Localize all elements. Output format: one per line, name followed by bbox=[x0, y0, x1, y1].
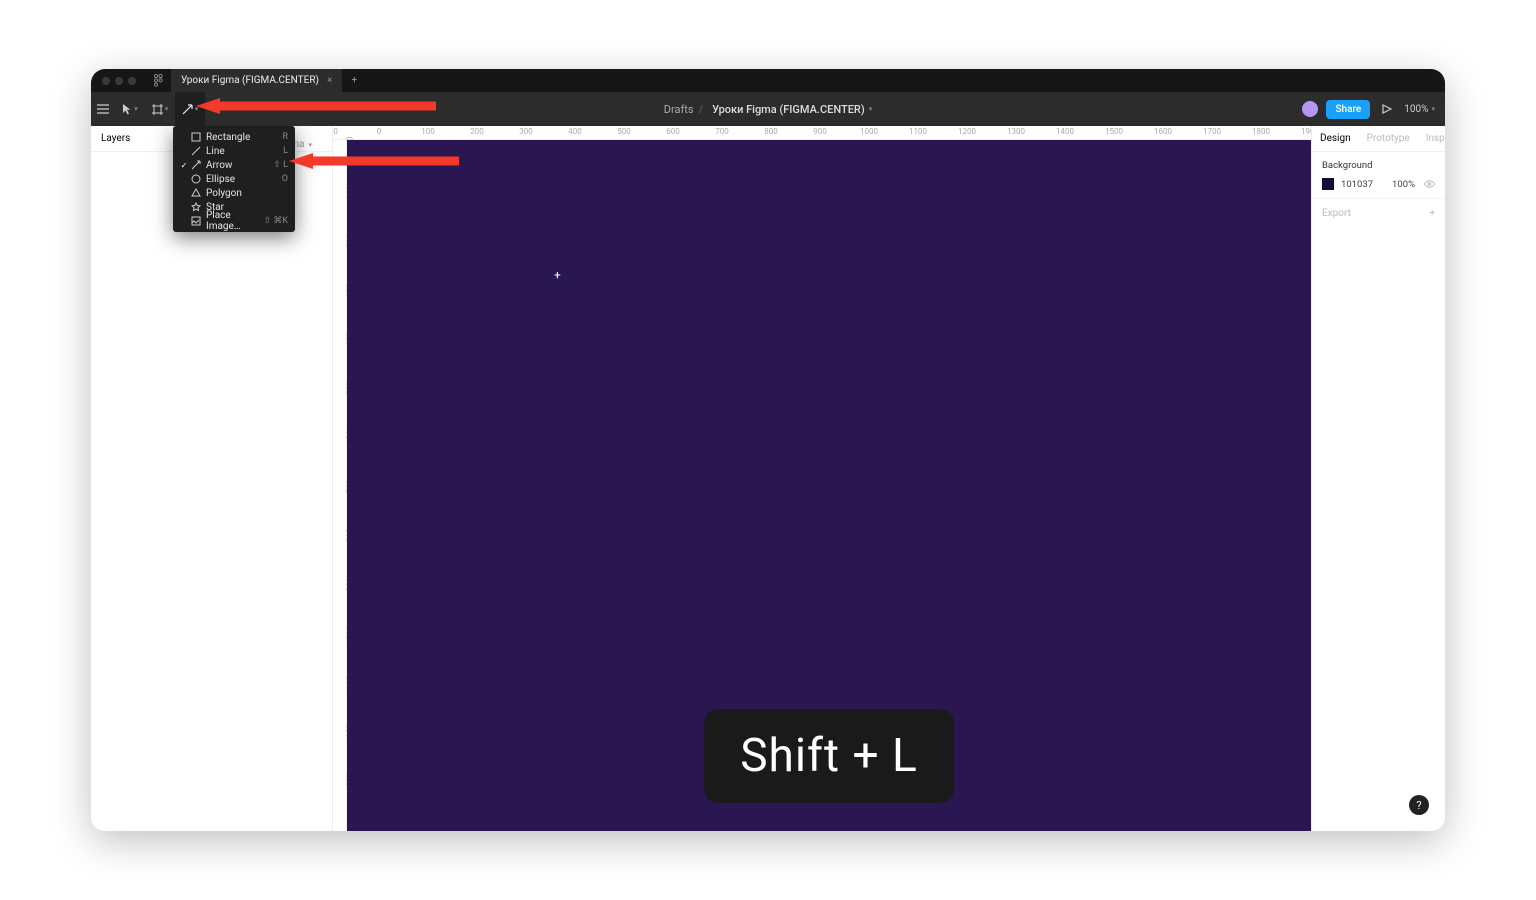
arrow-icon bbox=[189, 160, 203, 170]
toolbar: ▾ ▾ ▾ Drafts / Уроки Figma (FIGMA.CENTER… bbox=[91, 92, 1445, 126]
tab-bar: Уроки Figma (FIGMA.CENTER) × + bbox=[91, 69, 1445, 92]
prototype-tab[interactable]: Prototype bbox=[1359, 126, 1418, 151]
background-label: Background bbox=[1322, 160, 1435, 171]
zoom-control[interactable]: 100% ▾ bbox=[1404, 104, 1435, 115]
breadcrumb-root[interactable]: Drafts bbox=[664, 103, 694, 116]
background-pct[interactable]: 100% bbox=[1392, 179, 1415, 190]
figma-home-button[interactable] bbox=[145, 69, 171, 92]
project-tab-title: Уроки Figma (FIGMA.CENTER) bbox=[181, 75, 319, 86]
macos-window-controls bbox=[91, 69, 145, 92]
dropdown-item-rectangle[interactable]: Rectangle R bbox=[173, 130, 295, 144]
frame-tool[interactable]: ▾ bbox=[145, 92, 175, 126]
avatar[interactable] bbox=[1302, 101, 1318, 117]
chevron-down-icon: ▾ bbox=[308, 141, 312, 149]
left-panel: Layers Стрелки в Figma ▾ Rectangle R Lin… bbox=[91, 126, 333, 831]
macos-close-dot[interactable] bbox=[102, 77, 110, 85]
canvas-area: -100010020030040050060070080090010001100… bbox=[333, 126, 1311, 831]
ellipse-icon bbox=[189, 174, 203, 184]
chevron-down-icon: ▾ bbox=[134, 105, 138, 113]
dropdown-item-arrow[interactable]: ✓ Arrow ⇧ L bbox=[173, 158, 295, 172]
inspect-tab[interactable]: Inspect bbox=[1418, 126, 1445, 151]
star-icon bbox=[189, 202, 203, 212]
zoom-value: 100% bbox=[1404, 104, 1428, 115]
breadcrumb: Drafts / Уроки Figma (FIGMA.CENTER) ▾ bbox=[91, 103, 1445, 116]
image-icon bbox=[189, 216, 203, 226]
chevron-down-icon: ▾ bbox=[1431, 105, 1435, 113]
design-tab[interactable]: Design bbox=[1312, 126, 1359, 151]
breadcrumb-project[interactable]: Уроки Figma (FIGMA.CENTER) bbox=[712, 103, 865, 116]
close-tab-icon[interactable]: × bbox=[327, 75, 332, 86]
dropdown-item-polygon[interactable]: Polygon bbox=[173, 186, 295, 200]
check-icon: ✓ bbox=[179, 161, 189, 170]
export-label[interactable]: Export bbox=[1322, 208, 1351, 219]
ruler-vertical: 0100200300400500600700800900100011001200… bbox=[333, 140, 347, 831]
main-menu-button[interactable] bbox=[91, 92, 115, 126]
canvas[interactable]: + Shift + L bbox=[347, 140, 1311, 831]
dropdown-item-line[interactable]: Line L bbox=[173, 144, 295, 158]
ruler-horizontal: -100010020030040050060070080090010001100… bbox=[333, 126, 1311, 140]
background-hex[interactable]: 101037 bbox=[1341, 179, 1373, 190]
dropdown-item-place-image[interactable]: Place Image… ⇧ ⌘K bbox=[173, 214, 295, 228]
rectangle-icon bbox=[189, 132, 203, 142]
project-tab[interactable]: Уроки Figma (FIGMA.CENTER) × bbox=[171, 69, 342, 92]
layers-tab[interactable]: Layers bbox=[91, 126, 140, 151]
shape-tool[interactable]: ▾ bbox=[175, 92, 205, 126]
chevron-down-icon: ▾ bbox=[195, 105, 199, 113]
present-button[interactable] bbox=[1378, 92, 1396, 126]
plus-icon[interactable]: + bbox=[1429, 208, 1435, 219]
macos-min-dot[interactable] bbox=[115, 77, 123, 85]
help-button[interactable]: ? bbox=[1409, 795, 1429, 815]
new-tab-button[interactable]: + bbox=[342, 69, 366, 92]
share-button[interactable]: Share bbox=[1326, 100, 1370, 119]
background-swatch[interactable] bbox=[1322, 178, 1334, 190]
chevron-down-icon[interactable]: ▾ bbox=[869, 105, 873, 113]
dropdown-item-ellipse[interactable]: Ellipse O bbox=[173, 172, 295, 186]
polygon-icon bbox=[189, 188, 203, 198]
line-icon bbox=[189, 146, 203, 156]
eye-icon[interactable] bbox=[1424, 180, 1435, 188]
macos-max-dot[interactable] bbox=[128, 77, 136, 85]
move-tool[interactable]: ▾ bbox=[115, 92, 145, 126]
crosshair-cursor: + bbox=[554, 268, 561, 282]
right-panel: Design Prototype Inspect Background 1010… bbox=[1311, 126, 1445, 831]
shortcut-hint-overlay: Shift + L bbox=[704, 709, 954, 803]
shape-dropdown[interactable]: Rectangle R Line L ✓ Arrow ⇧ L bbox=[173, 126, 295, 232]
chevron-down-icon: ▾ bbox=[165, 105, 169, 113]
